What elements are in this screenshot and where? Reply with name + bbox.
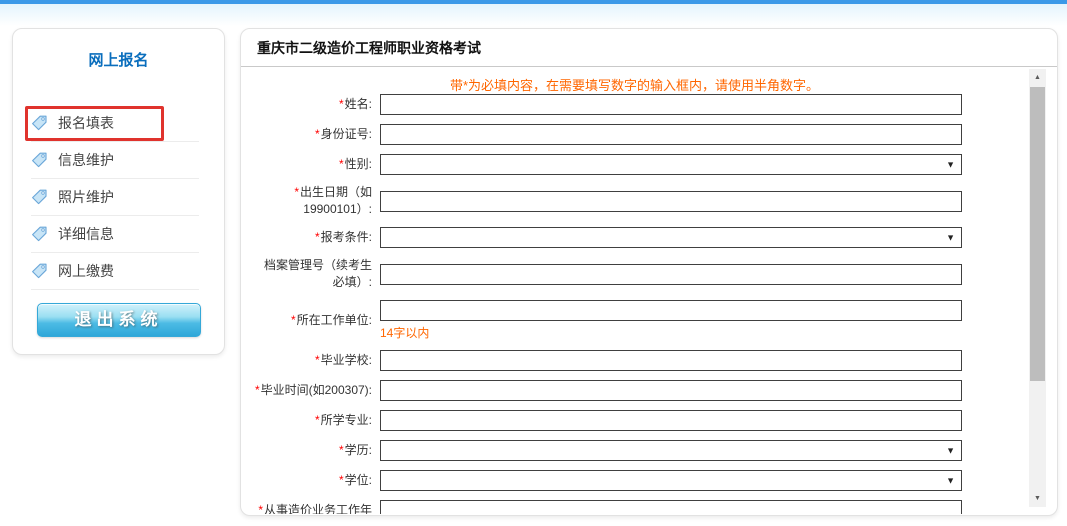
logout-button[interactable]: 退出系统 xyxy=(37,303,201,337)
sidebar-item-label: 信息维护 xyxy=(58,150,114,170)
name-input[interactable] xyxy=(380,94,962,115)
form-row: *身份证号: xyxy=(253,124,1028,145)
scrollbar[interactable]: ▲ ▼ xyxy=(1029,69,1046,507)
required-asterisk: * xyxy=(315,127,320,141)
chevron-down-icon: ▼ xyxy=(946,446,955,455)
required-asterisk: * xyxy=(315,353,320,367)
field-label: *所在工作单位: xyxy=(253,312,380,329)
work-years-input[interactable] xyxy=(380,500,962,514)
sidebar-item-label: 报名填表 xyxy=(58,113,114,133)
sidebar-title: 网上报名 xyxy=(13,49,224,70)
field-label: *姓名: xyxy=(253,96,380,113)
sidebar-item-photo-maintenance[interactable]: 照片维护 xyxy=(31,179,199,216)
sidebar-panel: 网上报名 报名填表 信息维护 照片维护 详细信息 网上缴费 退出系统 xyxy=(12,28,225,355)
field-label: *毕业学校: xyxy=(253,352,380,369)
required-asterisk: * xyxy=(339,157,344,171)
form-row: *性别: ▼ xyxy=(253,154,1028,175)
required-asterisk: * xyxy=(339,443,344,457)
form-row: *姓名: xyxy=(253,94,1028,115)
tag-icon xyxy=(31,152,47,168)
scroll-down-button[interactable]: ▼ xyxy=(1029,490,1046,507)
chevron-down-icon: ▼ xyxy=(946,476,955,485)
field-label: *学位: xyxy=(253,472,380,489)
form-row: *毕业时间(如200307): xyxy=(253,380,1028,401)
form-row: *所在工作单位: 14字以内 xyxy=(253,300,1028,341)
field-label: *身份证号: xyxy=(253,126,380,143)
sidebar-item-info-maintenance[interactable]: 信息维护 xyxy=(31,142,199,179)
registration-form: *姓名: *身份证号: *性别: ▼ *出生日期（如19900101）: *报考… xyxy=(241,94,1028,514)
required-asterisk: * xyxy=(339,473,344,487)
work-unit-input[interactable] xyxy=(380,300,962,321)
work-unit-hint: 14字以内 xyxy=(380,324,962,341)
form-row: *学位: ▼ xyxy=(253,470,1028,491)
sidebar-item-registration-form[interactable]: 报名填表 xyxy=(31,105,199,142)
form-row: *出生日期（如19900101）: xyxy=(253,184,1028,218)
field-label: *学历: xyxy=(253,442,380,459)
chevron-down-icon: ▼ xyxy=(946,160,955,169)
sidebar-item-detail-info[interactable]: 详细信息 xyxy=(31,216,199,253)
form-row: *从事造价业务工作年 xyxy=(253,500,1028,514)
field-label: *出生日期（如19900101）: xyxy=(253,184,380,218)
graduate-time-input[interactable] xyxy=(380,380,962,401)
form-scroll-area: 带*为必填内容，在需要填写数字的输入框内，请使用半角数字。 *姓名: *身份证号… xyxy=(241,68,1028,514)
gender-select[interactable]: ▼ xyxy=(380,154,962,175)
field-label: *毕业时间(如200307): xyxy=(253,382,380,399)
required-asterisk: * xyxy=(255,383,260,397)
tag-icon xyxy=(31,189,47,205)
sidebar-item-label: 照片维护 xyxy=(58,187,114,207)
sidebar-nav: 报名填表 信息维护 照片维护 详细信息 网上缴费 xyxy=(13,105,224,290)
required-asterisk: * xyxy=(315,230,320,244)
tag-icon xyxy=(31,263,47,279)
form-row: *学历: ▼ xyxy=(253,440,1028,461)
field-label: *性别: xyxy=(253,156,380,173)
scrollbar-thumb[interactable] xyxy=(1030,87,1045,381)
tag-icon xyxy=(31,115,47,131)
tag-icon xyxy=(31,226,47,242)
required-fields-notice: 带*为必填内容，在需要填写数字的输入框内，请使用半角数字。 xyxy=(241,68,1028,94)
major-input[interactable] xyxy=(380,410,962,431)
form-row: 档案管理号（续考生必填）: xyxy=(253,257,1028,291)
form-row: *毕业学校: xyxy=(253,350,1028,371)
education-select[interactable]: ▼ xyxy=(380,440,962,461)
required-asterisk: * xyxy=(339,97,344,111)
graduate-school-input[interactable] xyxy=(380,350,962,371)
main-panel: 重庆市二级造价工程师职业资格考试 带*为必填内容，在需要填写数字的输入框内，请使… xyxy=(240,28,1058,516)
field-label: 档案管理号（续考生必填）: xyxy=(253,257,380,291)
chevron-down-icon: ▼ xyxy=(946,233,955,242)
required-asterisk: * xyxy=(315,413,320,427)
top-gradient-band xyxy=(0,4,1067,26)
id-number-input[interactable] xyxy=(380,124,962,145)
degree-select[interactable]: ▼ xyxy=(380,470,962,491)
scroll-up-button[interactable]: ▲ xyxy=(1029,69,1046,86)
exam-condition-select[interactable]: ▼ xyxy=(380,227,962,248)
field-label: *从事造价业务工作年 xyxy=(253,502,380,514)
sidebar-item-online-payment[interactable]: 网上缴费 xyxy=(31,253,199,290)
field-label: *报考条件: xyxy=(253,229,380,246)
form-row: *所学专业: xyxy=(253,410,1028,431)
required-asterisk: * xyxy=(294,185,299,199)
required-asterisk: * xyxy=(291,313,296,327)
required-asterisk: * xyxy=(258,503,263,514)
archive-number-input[interactable] xyxy=(380,264,962,285)
form-row: *报考条件: ▼ xyxy=(253,227,1028,248)
page-title: 重庆市二级造价工程师职业资格考试 xyxy=(241,29,1057,67)
sidebar-item-label: 网上缴费 xyxy=(58,261,114,281)
sidebar-item-label: 详细信息 xyxy=(58,224,114,244)
birth-date-input[interactable] xyxy=(380,191,962,212)
field-label: *所学专业: xyxy=(253,412,380,429)
